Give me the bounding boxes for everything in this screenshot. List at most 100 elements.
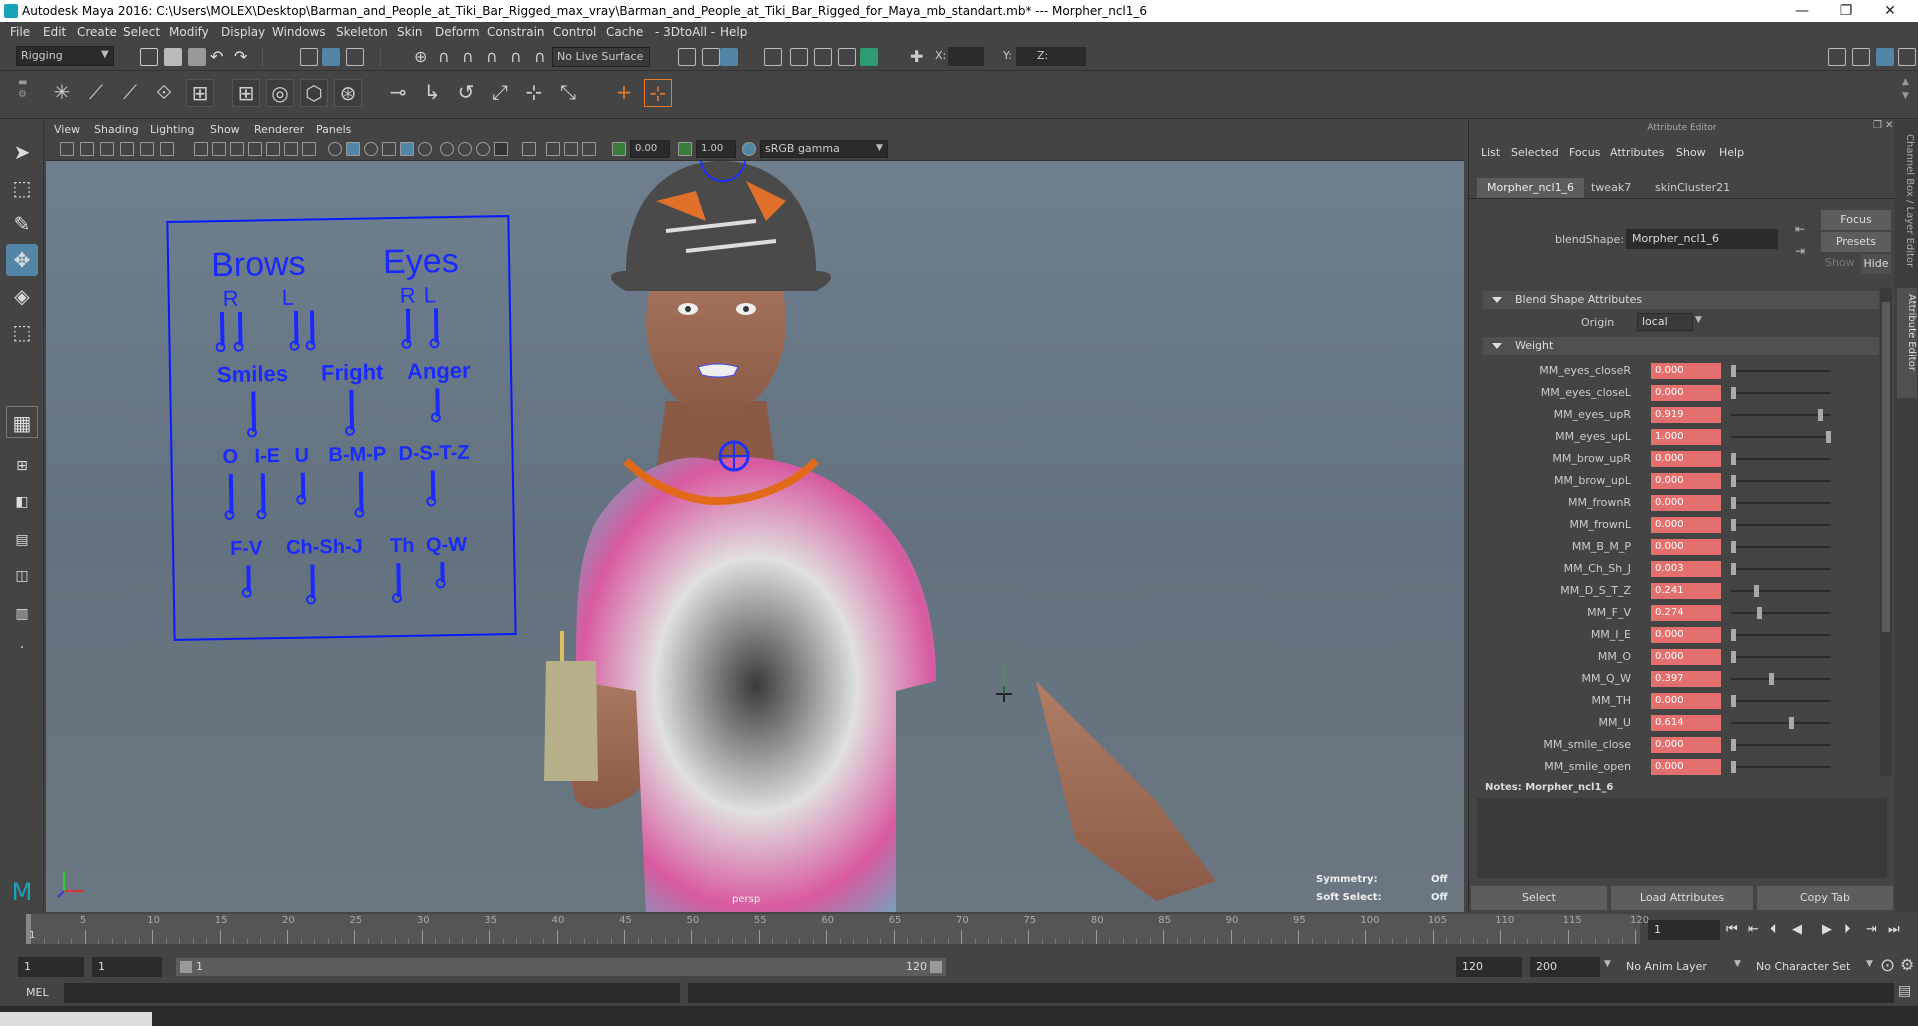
weight-slider[interactable]	[1731, 585, 1831, 597]
shadows-icon[interactable]	[440, 142, 454, 156]
weight-slider-thumb[interactable]	[1731, 475, 1736, 487]
pole-vector-icon[interactable]: ⤡	[554, 79, 582, 107]
brow-l-slider-a[interactable]	[293, 310, 299, 345]
weight-value-field[interactable]: 0.000	[1651, 649, 1721, 665]
hypershade-icon[interactable]	[790, 48, 808, 66]
weight-slider-thumb[interactable]	[1731, 761, 1736, 773]
persp-uv-icon[interactable]: ▥	[6, 598, 38, 630]
snap-surface-icon[interactable]: ∩	[510, 47, 522, 66]
f-v-slider[interactable]	[246, 565, 251, 592]
blendshape-name-field[interactable]: Morpher_ncl1_6	[1626, 229, 1778, 249]
restore-button[interactable]: ❐	[1824, 0, 1868, 22]
weight-value-field[interactable]: 0.000	[1651, 759, 1721, 775]
cluster-icon[interactable]: ⊞	[186, 79, 214, 107]
snap-grid-icon[interactable]: ⊕	[414, 47, 427, 66]
weight-slider[interactable]	[1731, 563, 1831, 575]
render-current-icon[interactable]	[702, 48, 720, 66]
weight-slider[interactable]	[1731, 541, 1831, 553]
ae-menu-list[interactable]: List	[1481, 146, 1500, 159]
safe-action-icon[interactable]	[284, 142, 298, 156]
range-slider[interactable]: 1 120	[176, 958, 946, 976]
weight-slider[interactable]	[1731, 409, 1831, 421]
weight-slider-thumb[interactable]	[1731, 497, 1736, 509]
weight-value-field[interactable]: 0.000	[1651, 473, 1721, 489]
load-attributes-button[interactable]: Load Attributes	[1611, 886, 1753, 910]
mode-dropdown[interactable]: Rigging	[16, 46, 114, 66]
weight-slider-thumb[interactable]	[1731, 695, 1736, 707]
weight-value-field[interactable]: 0.614	[1651, 715, 1721, 731]
weight-value-field[interactable]: 0.000	[1651, 363, 1721, 379]
render-setup-icon[interactable]	[838, 48, 856, 66]
ae-menu-attributes[interactable]: Attributes	[1610, 146, 1664, 159]
light-editor-icon[interactable]	[860, 48, 878, 66]
live-surface-field[interactable]: No Live Surface	[552, 47, 650, 67]
shelf-scroll-up-icon[interactable]: ▲	[1902, 77, 1909, 87]
range-start-handle[interactable]	[180, 961, 192, 973]
weight-slider-thumb[interactable]	[1731, 453, 1736, 465]
select-button[interactable]: Select	[1471, 886, 1607, 910]
weight-slider-thumb[interactable]	[1731, 739, 1736, 751]
snap-view-icon[interactable]: ∩	[486, 47, 498, 66]
rotate-tool-icon[interactable]: ◈	[6, 280, 38, 312]
modeling-toolkit-icon[interactable]	[1828, 48, 1846, 66]
weight-header[interactable]: Weight	[1483, 337, 1879, 355]
smooth-shade-icon[interactable]	[346, 142, 360, 156]
weight-value-field[interactable]: 0.000	[1651, 385, 1721, 401]
facial-control-panel[interactable]: Brows Eyes R L R L Smiles Fright Anger O…	[166, 215, 517, 641]
input-connections-icon[interactable]: ⇤	[1795, 222, 1805, 236]
color-management-icon[interactable]	[742, 142, 756, 156]
shelf-scroll-down-icon[interactable]: ▼	[1902, 91, 1909, 101]
o-slider[interactable]	[228, 473, 234, 514]
weight-slider-thumb[interactable]	[1757, 607, 1763, 619]
menu-display[interactable]: Display	[221, 25, 265, 39]
menu-control[interactable]: Control	[553, 25, 596, 39]
animation-start-field[interactable]: 1	[18, 957, 84, 977]
weight-slider-thumb[interactable]	[1731, 541, 1736, 553]
minimize-button[interactable]: —	[1780, 0, 1824, 22]
persp-outliner-icon[interactable]: ◧	[6, 486, 38, 518]
weight-slider[interactable]	[1731, 739, 1831, 751]
tab-skincluster21[interactable]: skinCluster21	[1645, 178, 1740, 198]
current-frame-field[interactable]: 1	[1648, 920, 1720, 940]
blendshape-icon[interactable]: ◎	[266, 79, 294, 107]
weight-slider-thumb[interactable]	[1731, 365, 1736, 377]
d-s-t-z-slider[interactable]	[430, 470, 436, 501]
z-field[interactable]	[1050, 47, 1086, 66]
parent-constraint-icon[interactable]: ⊸	[384, 79, 412, 107]
weight-slider-thumb[interactable]	[1753, 585, 1759, 597]
xray-joints-icon[interactable]	[564, 142, 578, 156]
paint-select-icon[interactable]: ✎	[6, 208, 38, 240]
default-material-icon[interactable]	[364, 142, 378, 156]
playback-end-field[interactable]: 120	[1456, 957, 1522, 977]
select-object-icon[interactable]	[322, 48, 340, 66]
scale-constraint-icon[interactable]: ⤢	[486, 79, 514, 107]
color-space-dropdown[interactable]: sRGB gamma	[760, 140, 888, 158]
weight-value-field[interactable]: 0.241	[1651, 583, 1721, 599]
bind-skin-icon[interactable]: ⟐	[150, 79, 178, 107]
weight-slider[interactable]	[1731, 607, 1831, 619]
lattice-icon[interactable]: ⊞	[232, 79, 260, 107]
ambient-occlusion-icon[interactable]	[458, 142, 472, 156]
mel-input[interactable]	[64, 983, 680, 1003]
tab-morpher[interactable]: Morpher_ncl1_6	[1477, 178, 1585, 198]
right-arm[interactable]	[1036, 681, 1216, 901]
weight-slider[interactable]	[1731, 651, 1831, 663]
focus-button[interactable]: Focus	[1821, 210, 1891, 230]
weight-value-field[interactable]: 0.274	[1651, 605, 1721, 621]
blend-shape-attributes-header[interactable]: Blend Shape Attributes	[1483, 291, 1879, 309]
layout-more-icon[interactable]: ·	[6, 632, 38, 664]
lasso-tool-icon[interactable]: ⬚	[6, 172, 38, 204]
eye-r-slider[interactable]	[405, 308, 411, 343]
menu-skin[interactable]: Skin	[397, 25, 423, 39]
weight-value-field[interactable]: 0.000	[1651, 517, 1721, 533]
menu-3dtoall[interactable]: - 3DtoAll -	[655, 25, 715, 39]
weight-slider[interactable]	[1731, 431, 1831, 443]
ae-scrollbar-thumb[interactable]	[1882, 302, 1890, 632]
script-editor-icon[interactable]: ▤	[1898, 983, 1911, 999]
weight-slider[interactable]	[1731, 717, 1831, 729]
textured-icon[interactable]	[400, 142, 414, 156]
time-ruler[interactable]: 1 5 10 15 20 25 30 35 40 45 50 55 60 65 70 75 80 85 90 95 1…	[26, 914, 1649, 944]
menu-deform[interactable]: Deform	[435, 25, 480, 39]
u-slider[interactable]	[300, 472, 306, 499]
presets-button[interactable]: Presets	[1821, 232, 1891, 252]
